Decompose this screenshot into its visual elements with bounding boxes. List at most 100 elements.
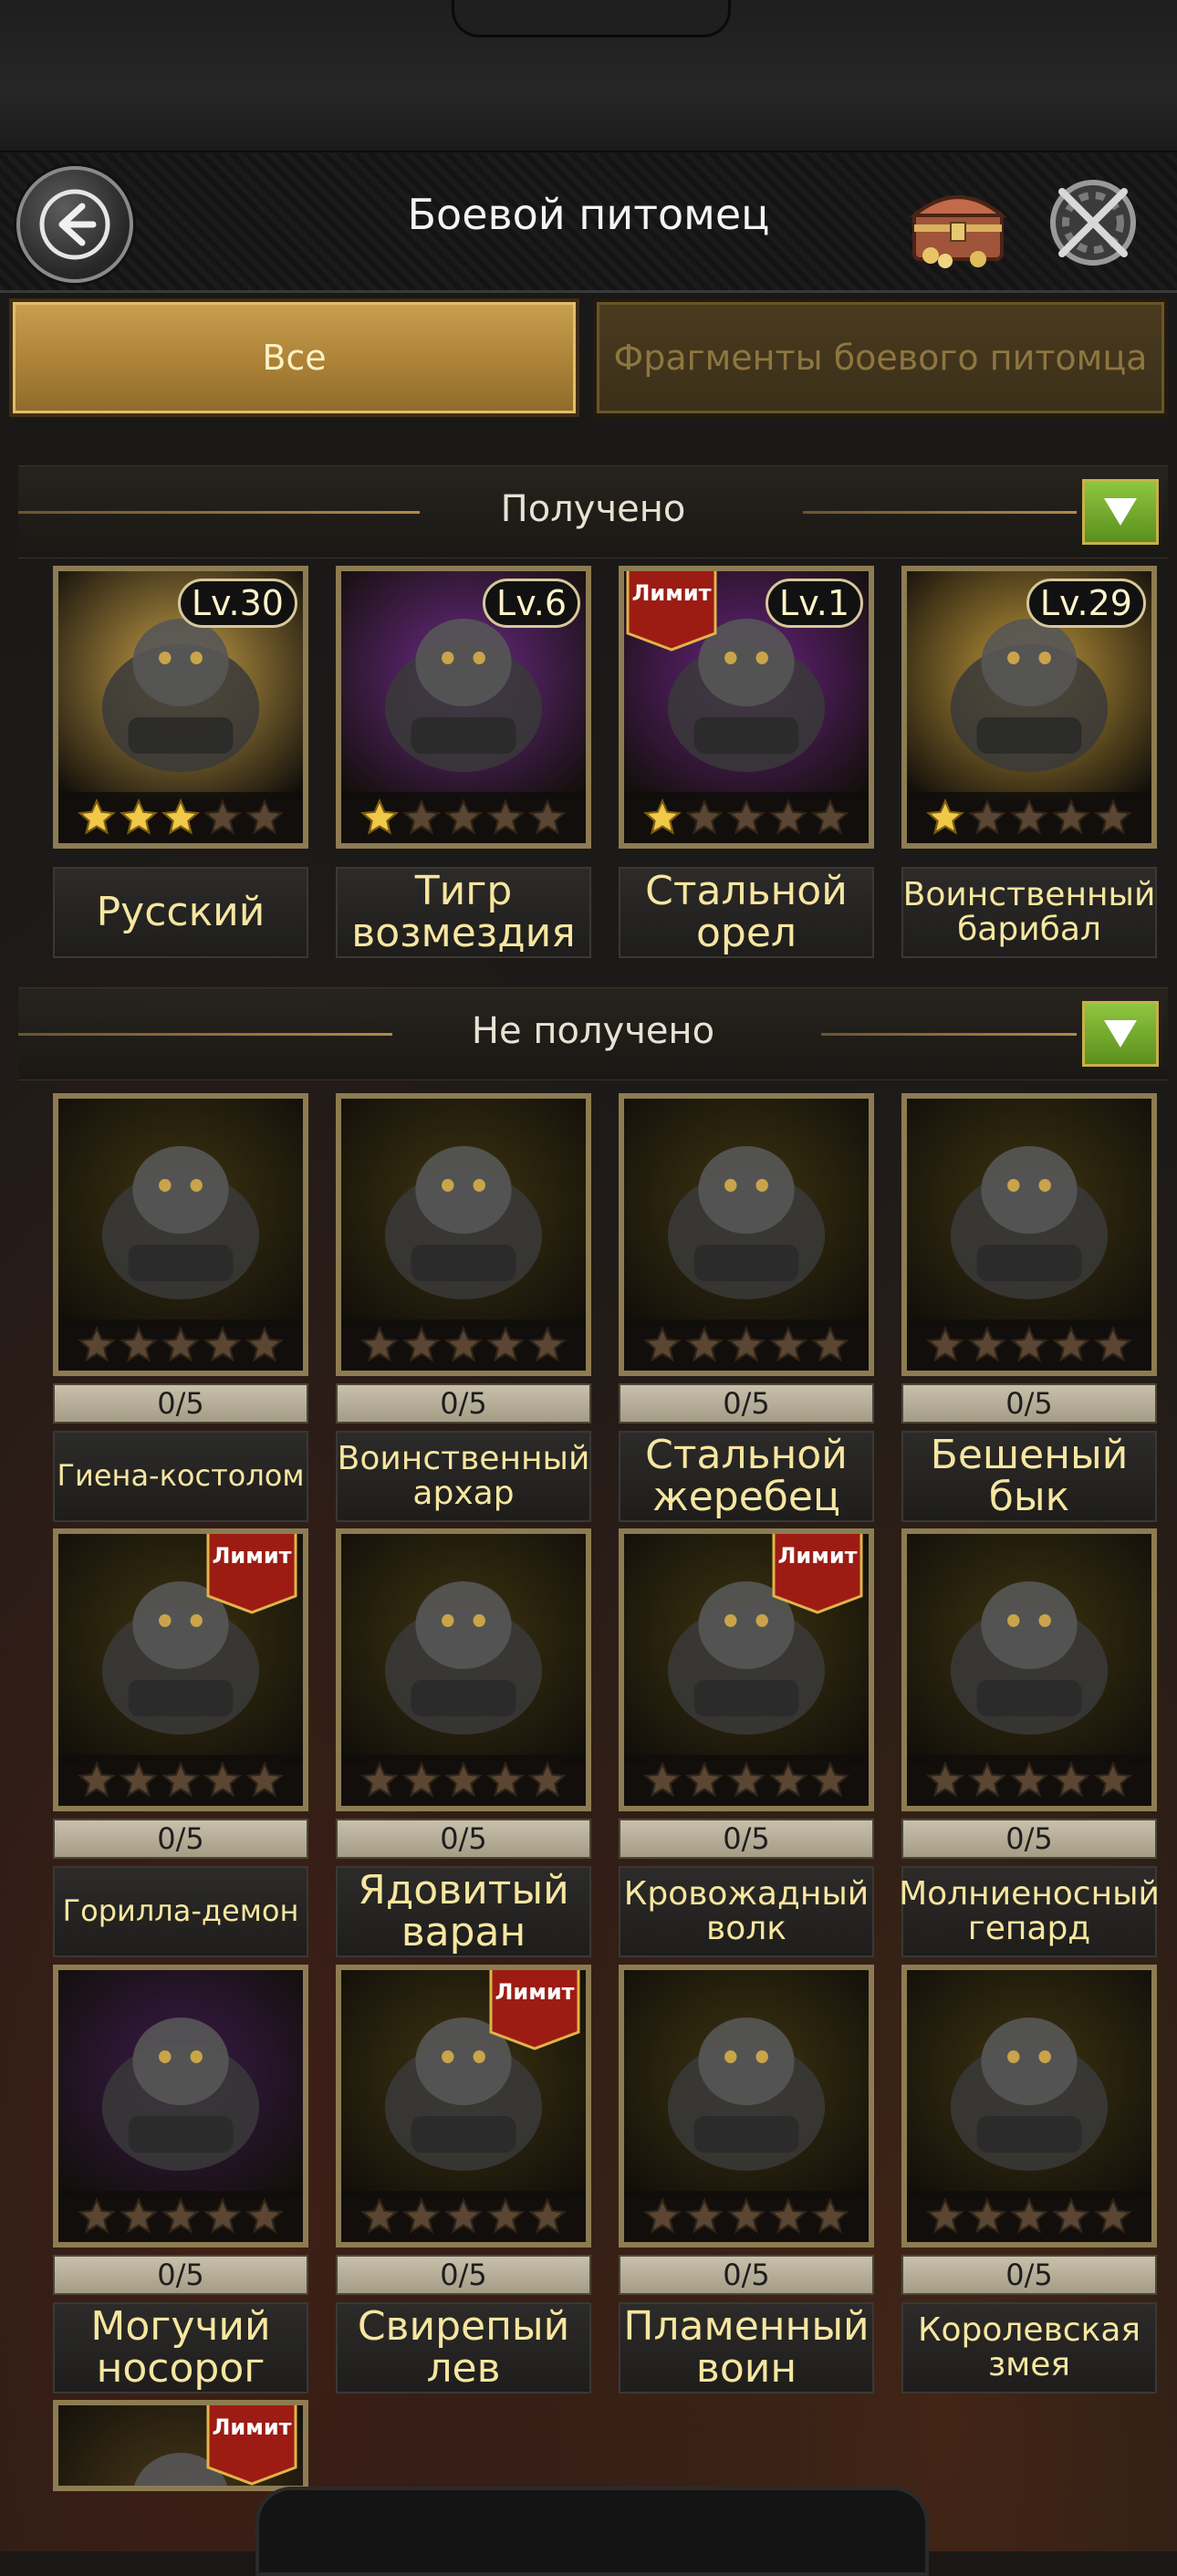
- fragment-progress: 0/5: [336, 2255, 591, 2295]
- pet-name: Горилла-демон: [53, 1866, 308, 1957]
- cheetah-portrait: [907, 1534, 1151, 1762]
- star-empty-icon: [1094, 2196, 1132, 2234]
- star-empty-icon: [769, 798, 807, 835]
- tab-all[interactable]: Все: [9, 298, 579, 417]
- star-rating: [907, 1755, 1151, 1806]
- unowned-pet-card[interactable]: Лимит: [619, 1528, 874, 1811]
- horse-portrait: [624, 1099, 869, 1327]
- star-empty-icon: [727, 798, 766, 835]
- bottom-handle-bar: [255, 2487, 929, 2576]
- star-empty-icon: [1010, 2196, 1048, 2234]
- back-button[interactable]: [16, 166, 133, 283]
- pet-name: Бешеный бык: [901, 1431, 1157, 1522]
- pet-name: Могучий носорог: [53, 2302, 308, 2393]
- star-empty-icon: [78, 2196, 116, 2234]
- limit-badge: Лимит: [206, 2405, 297, 2486]
- star-empty-icon: [811, 798, 849, 835]
- star-rating: [341, 792, 586, 843]
- section-not-owned-toggle[interactable]: [1082, 1001, 1159, 1067]
- star-empty-icon: [486, 798, 525, 835]
- star-empty-icon: [1010, 1325, 1048, 1362]
- device-notch: [452, 0, 731, 37]
- star-empty-icon: [203, 798, 242, 835]
- star-empty-icon: [811, 1760, 849, 1798]
- ram-portrait: [341, 1099, 586, 1327]
- triangle-down-icon: [1104, 498, 1137, 526]
- limit-label: Лимит: [212, 1543, 292, 1569]
- star-empty-icon: [120, 1760, 158, 1798]
- star-rating: [341, 1319, 586, 1371]
- owned-pet-card[interactable]: Lv.6: [336, 566, 591, 849]
- unowned-pet-card[interactable]: Лимит: [53, 1528, 308, 1811]
- star-empty-icon: [811, 2196, 849, 2234]
- star-empty-icon: [360, 2196, 399, 2234]
- limit-label: Лимит: [495, 1979, 575, 2005]
- fragment-progress: 0/5: [336, 1819, 591, 1859]
- star-empty-icon: [968, 2196, 1006, 2234]
- star-empty-icon: [245, 2196, 284, 2234]
- star-empty-icon: [1052, 2196, 1090, 2234]
- owned-pet-card[interactable]: Lv.30: [53, 566, 308, 849]
- star-empty-icon: [78, 1760, 116, 1798]
- fragment-progress: 0/5: [53, 1819, 308, 1859]
- unowned-pet-card[interactable]: [619, 1093, 874, 1376]
- star-empty-icon: [360, 1760, 399, 1798]
- owned-pet-card[interactable]: Lv.1 Лимит: [619, 566, 874, 849]
- crossed-swords-gear-icon: [1050, 180, 1136, 266]
- star-rating: [58, 2191, 303, 2242]
- star-empty-icon: [486, 1760, 525, 1798]
- hyena-portrait: [58, 1099, 303, 1327]
- unowned-pet-card[interactable]: [901, 1965, 1157, 2247]
- owned-pet-card[interactable]: Lv.29: [901, 566, 1157, 849]
- fragment-progress: 0/5: [619, 1383, 874, 1424]
- section-owned-toggle[interactable]: [1082, 479, 1159, 545]
- treasure-chest-button[interactable]: [903, 172, 1013, 272]
- cobra-portrait: [907, 1970, 1151, 2198]
- star-empty-icon: [444, 798, 483, 835]
- star-rating: [624, 1319, 869, 1371]
- limit-label: Лимит: [212, 2414, 292, 2440]
- tab-pet-fragments[interactable]: Фрагменты боевого питомца: [593, 298, 1168, 417]
- star-empty-icon: [528, 798, 567, 835]
- star-empty-icon: [486, 2196, 525, 2234]
- star-rating: [624, 1755, 869, 1806]
- unowned-pet-card[interactable]: [619, 1965, 874, 2247]
- star-empty-icon: [968, 1325, 1006, 1362]
- star-empty-icon: [161, 1760, 200, 1798]
- star-empty-icon: [444, 1760, 483, 1798]
- star-empty-icon: [685, 2196, 724, 2234]
- star-empty-icon: [120, 1325, 158, 1362]
- star-empty-icon: [968, 798, 1006, 835]
- level-badge: Lv.1: [766, 579, 863, 628]
- unowned-pet-card[interactable]: Лимит: [336, 1965, 591, 2247]
- star-empty-icon: [203, 2196, 242, 2234]
- star-empty-icon: [402, 1325, 441, 1362]
- pet-name: Ядовитый варан: [336, 1866, 591, 1957]
- unowned-pet-card[interactable]: [336, 1093, 591, 1376]
- star-empty-icon: [926, 1325, 964, 1362]
- unowned-pet-card[interactable]: [336, 1528, 591, 1811]
- star-empty-icon: [486, 1325, 525, 1362]
- star-empty-icon: [727, 1325, 766, 1362]
- unowned-pet-card[interactable]: [901, 1093, 1157, 1376]
- limit-badge: Лимит: [206, 1534, 297, 1614]
- star-rating: [341, 1755, 586, 1806]
- star-empty-icon: [402, 2196, 441, 2234]
- unowned-pet-card[interactable]: [901, 1528, 1157, 1811]
- unowned-pet-card[interactable]: [53, 1093, 308, 1376]
- star-empty-icon: [245, 1325, 284, 1362]
- star-rating: [58, 1319, 303, 1371]
- section-not-owned-label: Не получено: [471, 1010, 715, 1052]
- unowned-pet-card-partial[interactable]: Лимит: [53, 2400, 308, 2491]
- pet-settings-button[interactable]: [1040, 170, 1146, 276]
- fragment-progress: 0/5: [901, 1819, 1157, 1859]
- star-empty-icon: [769, 1325, 807, 1362]
- level-badge: Lv.6: [483, 579, 580, 628]
- star-empty-icon: [1010, 798, 1048, 835]
- limit-badge: Лимит: [772, 1534, 863, 1614]
- limit-badge: Лимит: [626, 571, 717, 652]
- star-rating: [58, 792, 303, 843]
- unowned-pet-card[interactable]: [53, 1965, 308, 2247]
- star-empty-icon: [685, 1325, 724, 1362]
- star-empty-icon: [161, 2196, 200, 2234]
